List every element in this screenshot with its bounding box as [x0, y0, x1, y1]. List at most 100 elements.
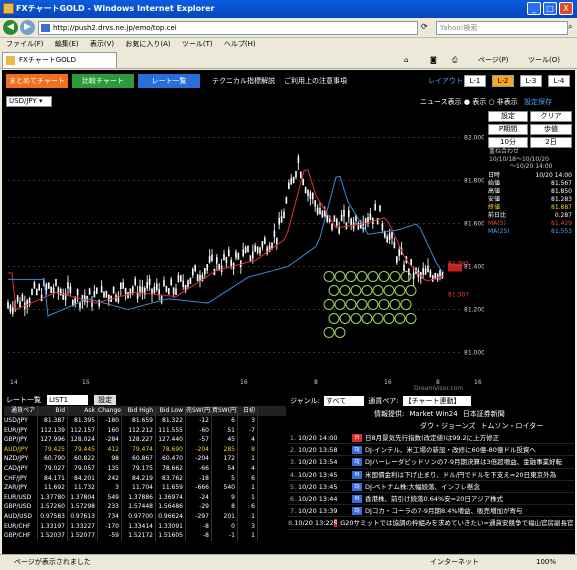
refresh-icon[interactable]: ⟳: [421, 22, 428, 31]
overlay-select[interactable]: 重ね合わせ: [489, 148, 519, 156]
menu-tools[interactable]: ツール(T): [182, 40, 213, 48]
close-button[interactable]: X: [559, 2, 573, 15]
candle-body: [112, 286, 115, 293]
news-item[interactable]: 7. 10/20 13:39 DJ DJコカ・コーラの7-9月期8.4%増益、販売増加…: [288, 505, 574, 518]
layout-l3-button[interactable]: L-3: [520, 75, 542, 87]
url-input[interactable]: http://push2.drvs.ne.jp/emo/top.cei: [38, 21, 418, 35]
news-hide-radio[interactable]: 非表示: [497, 98, 518, 106]
compare-chart-button[interactable]: 比較チャート: [72, 74, 134, 88]
maximize-button[interactable]: □: [543, 2, 557, 15]
rate-row[interactable]: CAD/JPY 79.027 79.057 135 79.175 78.662 -66 54 4: [4, 463, 286, 474]
news-item[interactable]: 4. 10/20 13:45 M 米国債金利は下げ止まり、ドル/円でドルを下支え=20…: [288, 469, 574, 481]
page-menu[interactable]: ページ(P): [478, 52, 509, 68]
provider-reuters[interactable]: トムソン・ロイター: [481, 420, 544, 432]
tools-menu[interactable]: ツール(O): [528, 52, 560, 68]
menu-help[interactable]: ヘルプ(H): [224, 40, 256, 48]
footstep-button[interactable]: 歩値: [530, 124, 572, 135]
rate-cell: 135: [98, 463, 122, 474]
candle-body: [88, 288, 91, 295]
rate-cell: 412: [98, 444, 122, 455]
settings-save-link[interactable]: 設定保存: [524, 98, 552, 106]
candle-body: [331, 223, 333, 230]
provider-marketwin[interactable]: Market Win24: [409, 408, 457, 420]
news-show-radio[interactable]: 表示: [472, 98, 486, 106]
candle-body: [273, 230, 276, 238]
interval-select[interactable]: 10分: [488, 137, 528, 148]
menu-edit[interactable]: 編集(E): [55, 40, 79, 48]
candle-body: [69, 286, 72, 293]
range-to: 〜10/20 14:00: [510, 163, 553, 170]
minimize-button[interactable]: _: [527, 2, 541, 15]
chart-svg[interactable]: 82.00081.80081.60081.40081.20081.00014 15…: [4, 108, 485, 394]
news-item[interactable]: 5. 10/20 13:45 DJ DJ-ベトナム株:大幅続落、インフレ懸念: [288, 481, 574, 493]
provider-row-2: ダウ・ジョーンズ トムソン・ロイター: [288, 420, 574, 432]
news-item[interactable]: 6. 10/20 13:44 M 香港株、前引け続落0.64%安=20日アジア株式: [288, 493, 574, 506]
provider-dowjones[interactable]: ダウ・ジョーンズ: [420, 420, 476, 432]
rate-cell: 0.96624: [156, 511, 186, 522]
feed-icon[interactable]: ◙: [430, 52, 437, 68]
zone-text: インターネット: [430, 558, 479, 566]
news-item[interactable]: 3. 10/20 13:54 DJ DJハーレーダビッドソンの7-9月期決算は3倍超増…: [288, 456, 574, 469]
list-select[interactable]: LIST1: [47, 395, 89, 405]
forward-icon[interactable]: ▶: [20, 20, 35, 35]
rate-row[interactable]: AUD/JPY 79.425 79.445 412 79.474 78.690 -204 28…: [4, 444, 286, 455]
settings-button[interactable]: 設定: [488, 111, 528, 122]
rate-settings-button[interactable]: 設定: [94, 395, 117, 405]
provider-nikkei[interactable]: 日本証券新聞: [463, 408, 505, 420]
rate-row[interactable]: ZAR/JPY 11.692 11.732 3 11.704 11.659 -666 540 1: [4, 483, 286, 493]
period-button[interactable]: P期間: [488, 124, 528, 135]
usage-notes-link[interactable]: ご利用上の注意事項: [284, 75, 347, 87]
candle-body: [165, 285, 168, 293]
rate-row[interactable]: GBP/CHF 1.52037 1.52077 -59 1.52172 1.51605 -8…: [4, 531, 286, 541]
tab-label: FXチャートGOLD: [19, 56, 76, 64]
rate-col-header[interactable]: Bid: [38, 406, 68, 416]
price-chart[interactable]: 82.000 81.800 81.600 81.400 81.200 81.000 14 15…: [4, 108, 485, 394]
news-item[interactable]: 1. 10/20 14:00 日日8月景気先行指数(改定値)は99.2に上方修正: [288, 432, 574, 445]
rate-row[interactable]: GBP/USD 1.57260 1.57298 233 1.57448 1.56486 -2…: [4, 502, 286, 512]
rate-col-header[interactable]: 日初: [238, 406, 258, 416]
print-icon[interactable]: ⎙: [452, 52, 458, 68]
rate-row[interactable]: NZD/JPY 60.790 60.822 98 60.867 60.470 -204 172…: [4, 454, 286, 464]
rate-col-header[interactable]: 売SW(円): [186, 406, 212, 416]
technical-indicator-link[interactable]: テクニカル指標解説: [212, 75, 275, 87]
rate-row[interactable]: GBP/JPY 127.996 128.024 -284 128.227 127.440-…: [4, 435, 286, 445]
home-icon[interactable]: ⌂: [404, 52, 408, 68]
clear-button[interactable]: クリア: [530, 111, 572, 122]
rate-row[interactable]: CHF/JPY 84.171 84.201 242 84.219 83.762 -18 5 6: [4, 473, 286, 484]
back-icon[interactable]: ◀: [3, 20, 18, 35]
rate-col-header[interactable]: 通貨ペア: [4, 406, 38, 416]
search-icon[interactable]: ⌕: [568, 22, 572, 32]
pair-select[interactable]: 【チャート連動】: [402, 396, 471, 406]
menu-file[interactable]: ファイル(F): [6, 40, 44, 48]
rate-row[interactable]: EUR/JPY 112.139 112.157 160 112.212 111.555 -6…: [4, 425, 286, 436]
rate-cell: AUD/JPY: [4, 444, 38, 455]
rate-row[interactable]: USD/JPY 81.387 81.395 -180 81.659 81.322 -12 6 3: [4, 416, 286, 426]
menu-favorites[interactable]: お気に入り(A): [125, 40, 170, 48]
zoom-level[interactable]: 100%: [536, 556, 556, 568]
rate-col-header[interactable]: Change: [98, 406, 122, 416]
search-input[interactable]: Yahoo!検索: [436, 21, 568, 35]
candle-body: [98, 299, 100, 307]
genre-select[interactable]: すべて: [324, 396, 365, 406]
symbol-select[interactable]: USD/JPY ▾: [6, 96, 52, 107]
news-item[interactable]: 2. 10/20 13:58 DJ DJ-インテル、米工場の新設・改修に60億-80億…: [288, 444, 574, 457]
news-item[interactable]: 8. 10/20 13:22 R G20サミットでは協調の枠組みを求めていきたい=通貨…: [288, 517, 574, 530]
rate-col-header[interactable]: Bid Low: [156, 406, 186, 416]
candle-body: [439, 269, 441, 277]
summary-chart-button[interactable]: まとめてチャート: [6, 74, 68, 88]
candle-body: [242, 249, 244, 256]
status-text: ページが表示されました: [14, 558, 91, 566]
menu-view[interactable]: 表示(V): [90, 40, 114, 48]
count-select[interactable]: 2日: [530, 137, 572, 148]
rate-list-button[interactable]: レート一覧: [138, 74, 200, 88]
tab-fxchart[interactable]: FXチャートGOLD: [2, 52, 117, 68]
rate-col-header[interactable]: Bid High: [122, 406, 156, 416]
rate-col-header[interactable]: 買SW(円): [212, 406, 238, 416]
rate-row[interactable]: EUR/CHF 1.33197 1.33227 -170 1.33414 1.33091-…: [4, 521, 286, 532]
rate-row[interactable]: AUD/USD 0.97583 0.97613 734 0.97700 0.96624 -2…: [4, 511, 286, 522]
rate-row[interactable]: EUR/USD 1.37780 1.37804 549 1.37886 1.36974 -2…: [4, 492, 286, 503]
rate-col-header[interactable]: Ask: [68, 406, 98, 416]
layout-l2-button[interactable]: L-2: [492, 75, 514, 87]
layout-l1-button[interactable]: L-1: [464, 75, 486, 87]
layout-l4-button[interactable]: L-4: [548, 75, 570, 87]
